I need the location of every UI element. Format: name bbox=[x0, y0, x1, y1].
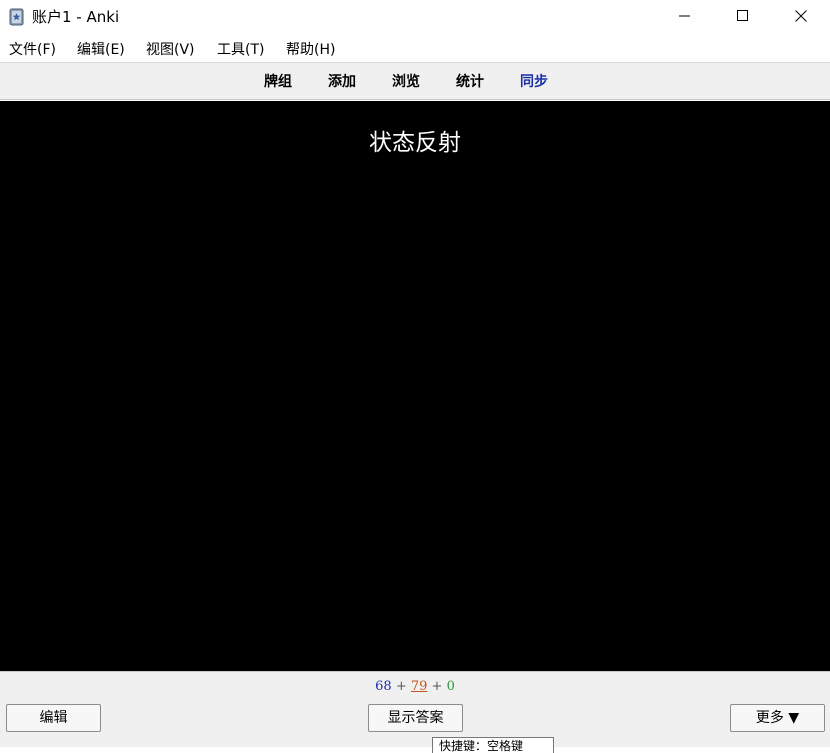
menu-tools[interactable]: 工具(T) bbox=[217, 40, 264, 60]
edit-button[interactable]: 编辑 bbox=[6, 704, 101, 732]
window-title: 账户1 - Anki bbox=[32, 8, 120, 26]
review-bottom-bar: 68 + 79 + 0 编辑 显示答案 更多 ▼ 快捷键：空格键 bbox=[0, 671, 830, 753]
toolbar-add[interactable]: 添加 bbox=[328, 72, 356, 92]
card-question-text: 状态反射 bbox=[369, 130, 461, 156]
card-review-area: 状态反射 bbox=[0, 101, 830, 671]
anki-icon bbox=[9, 8, 25, 26]
menu-bar: 文件(F) 编辑(E) 视图(V) 工具(T) 帮助(H) bbox=[0, 37, 830, 62]
show-answer-button[interactable]: 显示答案 bbox=[368, 704, 463, 732]
due-counts: 68 + 79 + 0 bbox=[0, 678, 830, 696]
toolbar-stats[interactable]: 统计 bbox=[456, 72, 484, 92]
close-button[interactable] bbox=[772, 0, 830, 35]
toolbar-sync[interactable]: 同步 bbox=[520, 72, 548, 92]
shortcut-tooltip: 快捷键：空格键 bbox=[432, 737, 554, 753]
learn-count: 79 bbox=[410, 679, 428, 694]
main-toolbar: 牌组 添加 浏览 统计 同步 bbox=[0, 62, 830, 100]
new-count: 68 bbox=[375, 679, 392, 694]
count-separator: + bbox=[395, 679, 407, 694]
more-button[interactable]: 更多 ▼ bbox=[730, 704, 825, 732]
menu-help[interactable]: 帮助(H) bbox=[286, 40, 335, 60]
maximize-icon bbox=[737, 9, 749, 26]
menu-edit[interactable]: 编辑(E) bbox=[77, 40, 125, 60]
toolbar-decks[interactable]: 牌组 bbox=[264, 72, 292, 92]
toolbar-browse[interactable]: 浏览 bbox=[392, 72, 420, 92]
title-bar: 账户1 - Anki bbox=[0, 0, 830, 35]
count-separator: + bbox=[431, 679, 443, 694]
menu-view[interactable]: 视图(V) bbox=[146, 40, 195, 60]
minimize-button[interactable] bbox=[656, 0, 714, 35]
minimize-icon bbox=[679, 10, 691, 26]
close-icon bbox=[795, 9, 807, 26]
review-count: 0 bbox=[446, 679, 455, 694]
menu-file[interactable]: 文件(F) bbox=[9, 40, 56, 60]
maximize-button[interactable] bbox=[714, 0, 772, 35]
